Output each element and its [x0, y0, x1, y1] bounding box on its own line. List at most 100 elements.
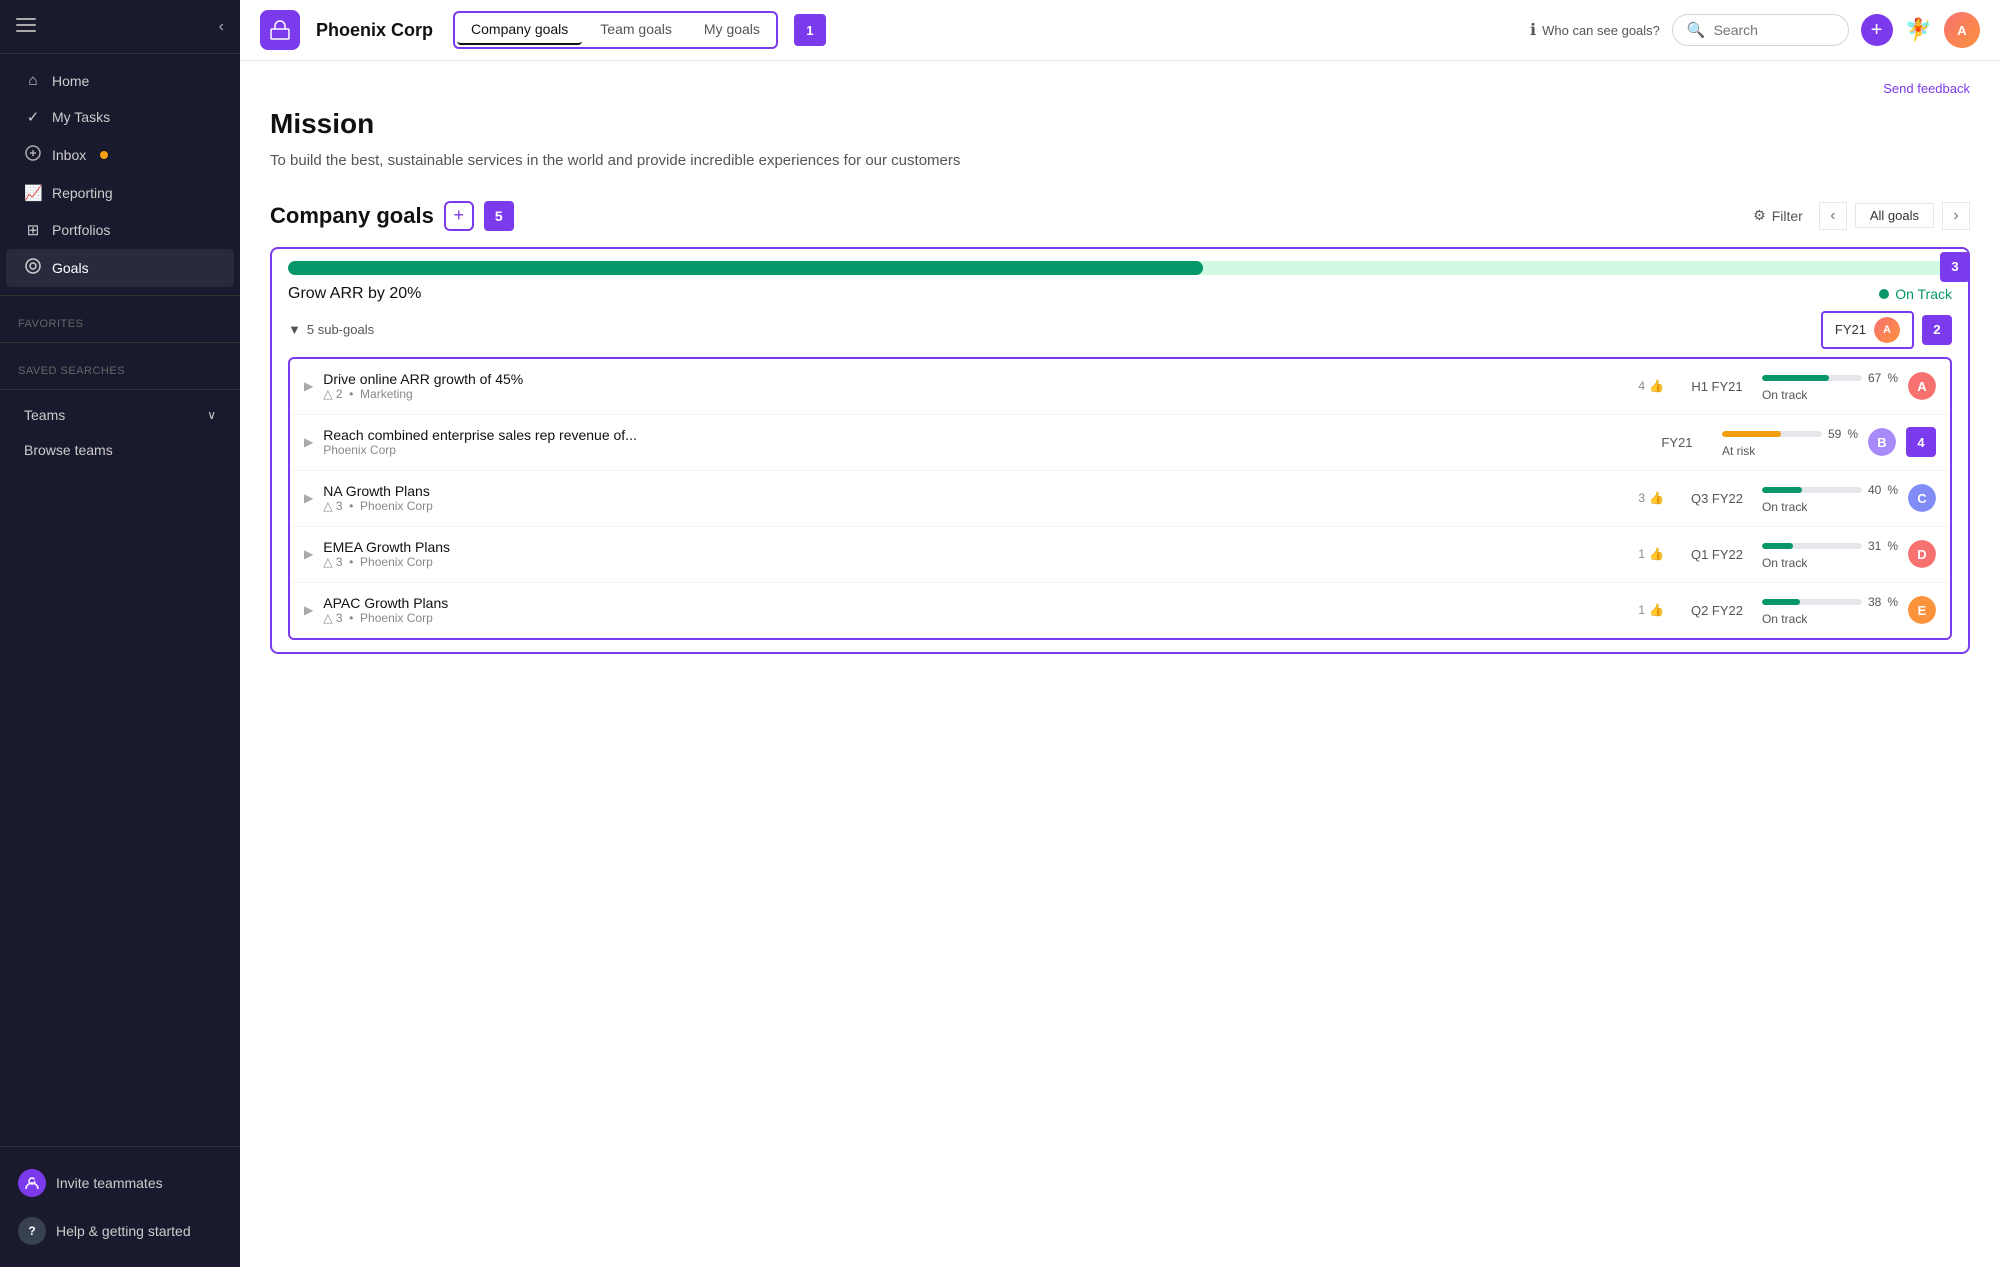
subgoal-avatar: C: [1908, 484, 1936, 512]
sidebar-item-label: Reporting: [52, 185, 113, 201]
subgoal-meta: △ 3 • Phoenix Corp: [323, 555, 1620, 569]
subgoal-row: ▶ Drive online ARR growth of 45% △ 2 • M…: [290, 359, 1950, 415]
main-goal-name: Grow ARR by 20%: [288, 285, 421, 303]
goal-tabs: Company goals Team goals My goals: [453, 11, 778, 49]
page-content: Send feedback Mission To build the best,…: [240, 61, 2000, 1267]
subgoal-name: Reach combined enterprise sales rep reve…: [323, 427, 1606, 443]
who-can-see-button[interactable]: ℹ Who can see goals?: [1530, 20, 1660, 40]
sidebar-item-portfolios[interactable]: ⊞ Portfolios: [6, 212, 234, 248]
sub-goals-toggle[interactable]: ▼ 5 sub-goals: [288, 322, 374, 337]
sidebar-browse-teams-label: Browse teams: [24, 442, 113, 458]
subgoal-row: ▶ Reach combined enterprise sales rep re…: [290, 415, 1950, 471]
on-track-label: On Track: [1895, 286, 1952, 302]
search-input[interactable]: [1714, 22, 1834, 38]
sidebar-back-icon[interactable]: ‹: [219, 18, 224, 36]
sidebar-item-my-tasks[interactable]: ✓ My Tasks: [6, 99, 234, 135]
send-feedback-link[interactable]: Send feedback: [270, 81, 1970, 96]
company-goals-title: Company goals: [270, 203, 434, 229]
main-goal-progress-bar: [288, 261, 1952, 275]
on-track-badge: On Track: [1879, 286, 1952, 302]
tab-team-goals[interactable]: Team goals: [586, 15, 686, 45]
company-name: Phoenix Corp: [316, 20, 433, 41]
subgoal-name: EMEA Growth Plans: [323, 539, 1620, 555]
subgoal-name: NA Growth Plans: [323, 483, 1620, 499]
section-controls: ⚙ Filter ‹ All goals ›: [1745, 202, 1970, 230]
sidebar-nav: ⌂ Home ✓ My Tasks Inbox 📈 Reporting ⊞ Po…: [0, 54, 240, 1146]
expand-icon[interactable]: ▶: [304, 491, 313, 505]
portfolios-icon: ⊞: [24, 221, 42, 239]
subgoal-meta: △ 3 • Phoenix Corp: [323, 611, 1620, 625]
search-box[interactable]: 🔍: [1672, 14, 1849, 46]
like-icon: 👍: [1649, 491, 1664, 505]
company-goals-section-header: Company goals + 5 ⚙ Filter ‹ All goals ›: [270, 201, 1970, 231]
prev-arrow[interactable]: ‹: [1819, 202, 1847, 230]
filter-button[interactable]: ⚙ Filter: [1745, 203, 1811, 228]
main-goal-progress-fill: [288, 261, 1203, 275]
main-goal-header: Grow ARR by 20% On Track: [272, 275, 1968, 303]
invite-avatar: [18, 1169, 46, 1197]
subgoal-meta: Phoenix Corp: [323, 443, 1606, 457]
subgoal-period: H1 FY21: [1682, 379, 1752, 394]
subgoals-table: ▶ Drive online ARR growth of 45% △ 2 • M…: [288, 357, 1952, 640]
fy-period-badge: FY21 A: [1821, 311, 1914, 349]
subgoal-progress-area: 31% On track: [1762, 539, 1898, 570]
sidebar-toggle[interactable]: [16, 16, 36, 37]
like-icon: 👍: [1649, 547, 1664, 561]
subgoal-likes: 3 👍: [1638, 491, 1664, 505]
nav-arrows: ‹: [1819, 202, 1847, 230]
tab-company-goals[interactable]: Company goals: [457, 15, 582, 45]
subgoal-likes: 4 👍: [1638, 379, 1664, 393]
subgoal-progress-area: 40% On track: [1762, 483, 1898, 514]
sidebar-item-teams[interactable]: Teams ∨: [6, 398, 234, 432]
like-icon: 👍: [1649, 379, 1664, 393]
sidebar-item-browse-teams[interactable]: Browse teams: [6, 433, 234, 467]
home-icon: ⌂: [24, 72, 42, 89]
help-getting-started-button[interactable]: ? Help & getting started: [0, 1207, 240, 1255]
tab-my-goals[interactable]: My goals: [690, 15, 774, 45]
teams-label: Teams: [24, 407, 65, 423]
subgoal-row: ▶ APAC Growth Plans △ 3 • Phoenix Corp 1…: [290, 583, 1950, 638]
subgoal-name: Drive online ARR growth of 45%: [323, 371, 1620, 387]
add-company-goal-button[interactable]: +: [444, 201, 474, 231]
reporting-icon: 📈: [24, 184, 42, 202]
page-header: Phoenix Corp Company goals Team goals My…: [240, 0, 2000, 61]
goals-count-badge: 5: [484, 201, 514, 231]
subgoal-meta: △ 2 • Marketing: [323, 387, 1620, 401]
who-can-see-label: Who can see goals?: [1542, 23, 1660, 38]
help-avatar: ?: [18, 1217, 46, 1245]
expand-icon[interactable]: ▶: [304, 435, 313, 449]
sidebar-item-label: Home: [52, 73, 89, 89]
expand-icon[interactable]: ▶: [304, 547, 313, 561]
main-goal-card: 3 Grow ARR by 20% On Track ▼ 5 sub-goals…: [270, 247, 1970, 654]
main-content: Phoenix Corp Company goals Team goals My…: [240, 0, 2000, 1267]
sub-goals-label: 5 sub-goals: [307, 322, 374, 337]
subgoal-period: FY21: [1642, 435, 1712, 450]
on-track-dot: [1879, 289, 1889, 299]
subgoal-likes: 1 👍: [1638, 547, 1664, 561]
sidebar-item-reporting[interactable]: 📈 Reporting: [6, 175, 234, 211]
sidebar-item-inbox[interactable]: Inbox: [6, 136, 234, 174]
all-goals-button[interactable]: All goals: [1855, 203, 1934, 228]
sidebar-bottom: Invite teammates ? Help & getting starte…: [0, 1146, 240, 1267]
warning-icon: △: [323, 611, 332, 625]
mission-text: To build the best, sustainable services …: [270, 150, 970, 173]
inbox-notification-dot: [100, 151, 108, 159]
notification-icon[interactable]: 🧚: [1905, 17, 1932, 43]
expand-icon[interactable]: ▶: [304, 379, 313, 393]
subgoal-period: Q2 FY22: [1682, 603, 1752, 618]
expand-icon[interactable]: ▶: [304, 603, 313, 617]
mission-title: Mission: [270, 108, 1970, 140]
sidebar-item-home[interactable]: ⌂ Home: [6, 63, 234, 98]
badge-3: 3: [1940, 252, 1970, 282]
next-arrow[interactable]: ›: [1942, 202, 1970, 230]
sidebar-item-goals[interactable]: Goals: [6, 249, 234, 287]
user-avatar[interactable]: A: [1944, 12, 1980, 48]
add-button[interactable]: +: [1861, 14, 1893, 46]
invite-teammates-button[interactable]: Invite teammates: [0, 1159, 240, 1207]
header-right: ℹ Who can see goals? 🔍 + 🧚 A: [1530, 12, 1980, 48]
company-logo[interactable]: [260, 10, 300, 50]
sidebar-item-label: Inbox: [52, 147, 86, 163]
sidebar-item-label: Portfolios: [52, 222, 110, 238]
chevron-down-icon: ∨: [207, 408, 216, 422]
fy-badge-container: FY21 A 2: [1821, 311, 1952, 349]
